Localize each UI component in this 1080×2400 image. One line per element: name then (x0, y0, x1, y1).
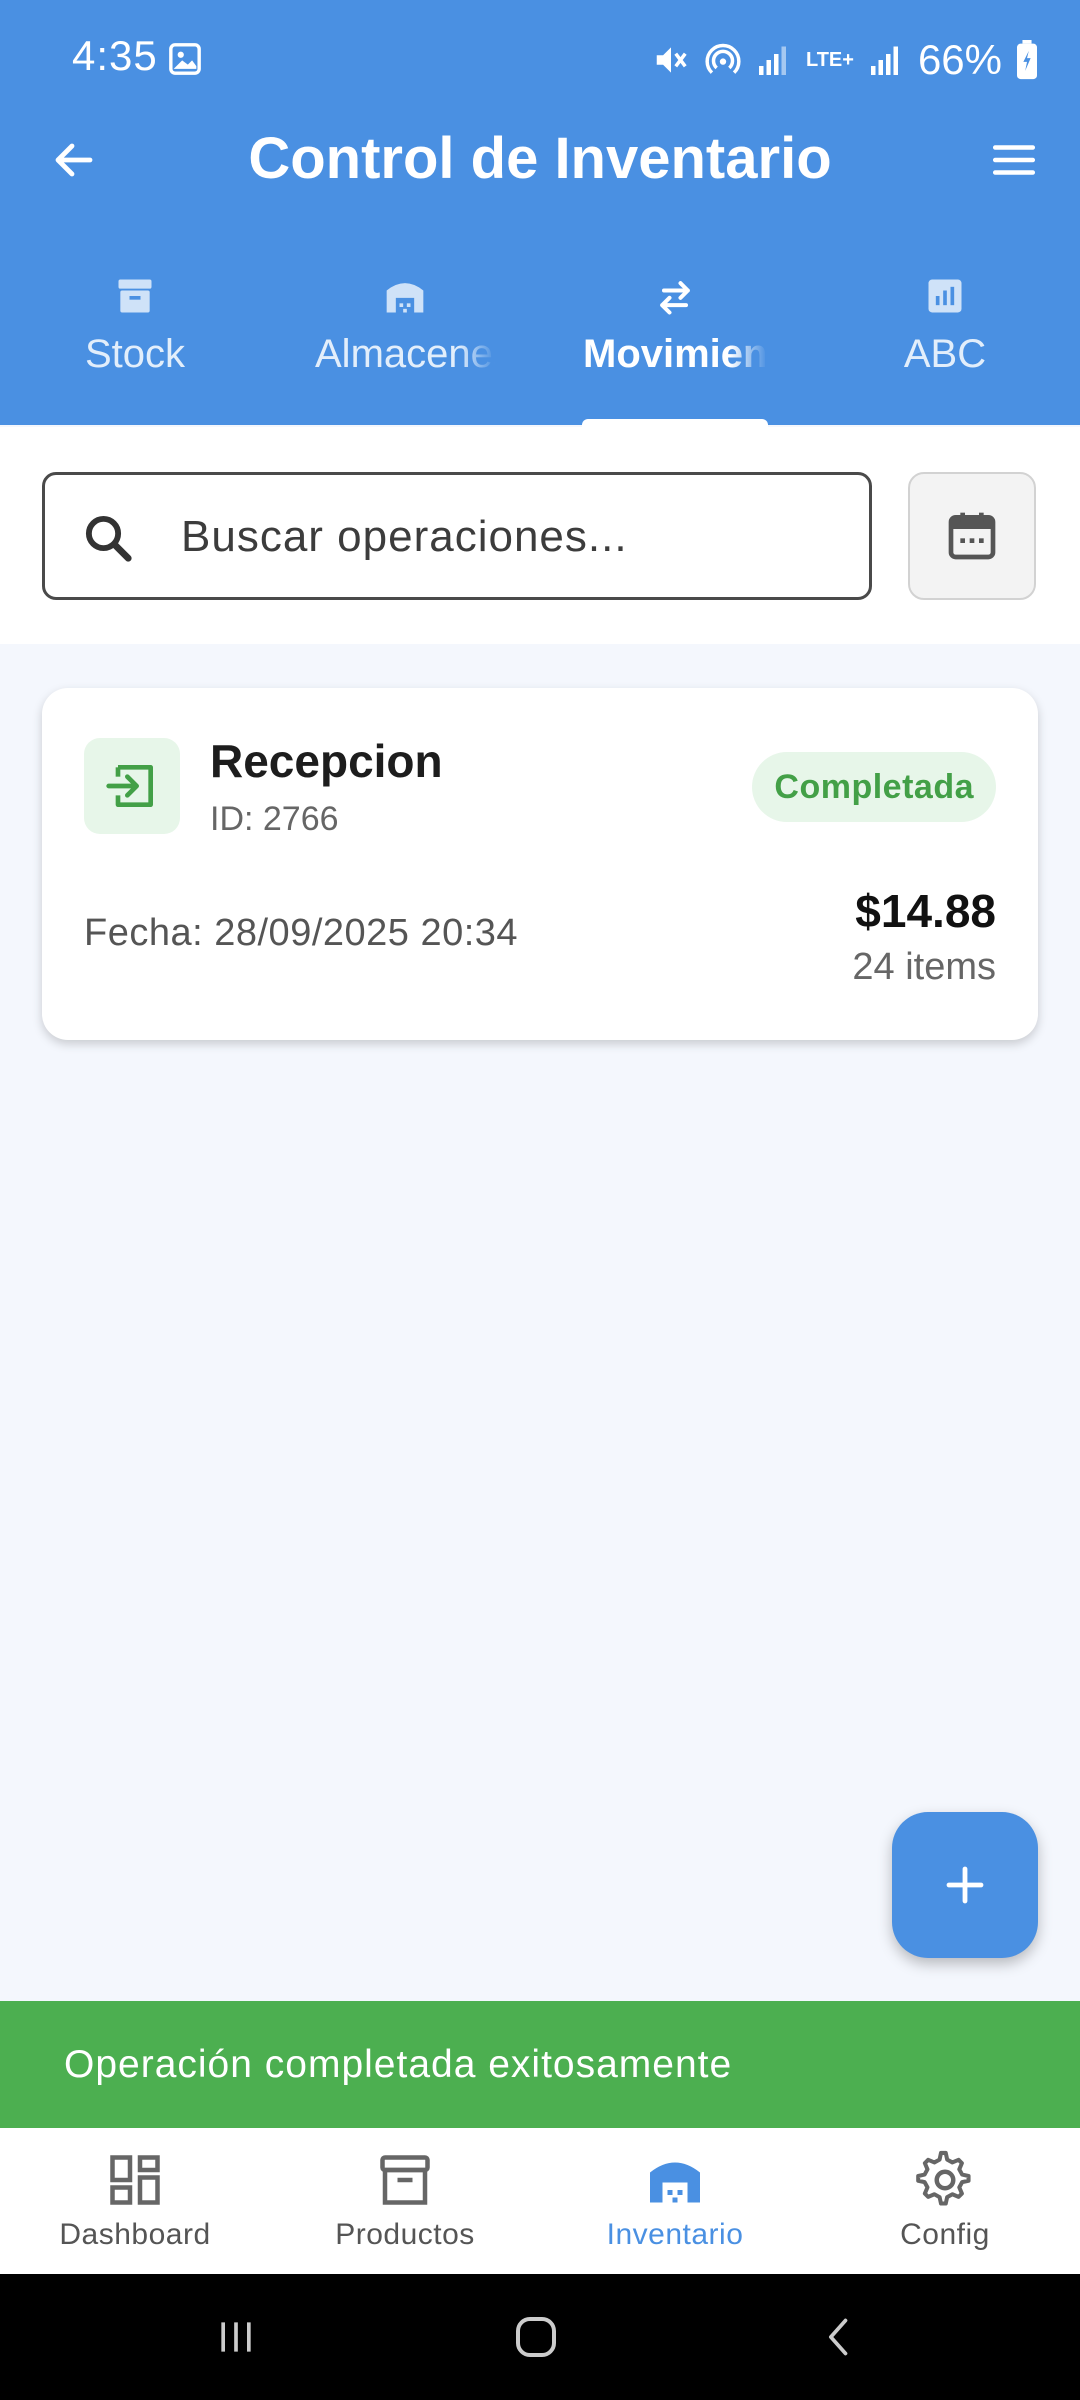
hotspot-icon (705, 43, 741, 74)
search-input[interactable] (179, 475, 843, 599)
tab-bar: Stock Almacenes Movimientos (0, 262, 1080, 427)
archive-icon (380, 2155, 430, 2205)
active-tab-indicator (582, 419, 768, 427)
search-box[interactable] (42, 472, 872, 600)
dashboard-icon (110, 2155, 160, 2205)
date-filter-button[interactable] (908, 472, 1036, 600)
operation-date: Fecha: 28/09/2025 20:34 (84, 912, 519, 954)
snackbar: Operación completada exitosamente (0, 2001, 1080, 2128)
system-navigation-bar (0, 2274, 1080, 2400)
operation-type: Recepcion (210, 735, 443, 787)
mute-icon (656, 47, 687, 73)
nav-productos[interactable]: Productos (270, 2128, 540, 2274)
page-title: Control de Inventario (248, 126, 832, 191)
swap-arrows-icon (660, 281, 690, 315)
tab-movimientos[interactable]: Movimientos (540, 262, 810, 425)
add-operation-button[interactable] (892, 1812, 1038, 1958)
nav-label: Config (900, 2218, 990, 2251)
tab-label: Movimientos (583, 332, 767, 376)
warehouse-icon (386, 283, 424, 313)
home-button[interactable] (496, 2302, 576, 2372)
photo-notification-icon (169, 43, 201, 75)
status-indicators: LTE+ 66% (652, 32, 1038, 88)
archive-icon (118, 279, 152, 313)
gear-icon (916, 2150, 971, 2206)
tab-abc[interactable]: ABC (810, 262, 1080, 425)
nav-label: Inventario (606, 2218, 744, 2251)
signal-icon-2 (870, 46, 898, 75)
bottom-navigation: Dashboard Productos Inventario Config (0, 2128, 1080, 2274)
status-time: 4:35 (72, 32, 158, 79)
recents-button[interactable] (196, 2302, 276, 2372)
network-type: LTE+ (805, 49, 854, 71)
app-header: 4:35 LTE+ 66% Control de Inventario Stoc… (0, 0, 1080, 427)
home-icon (516, 2317, 556, 2357)
tab-label: Stock (84, 332, 186, 376)
tab-almacenes[interactable]: Almacenes (270, 262, 540, 425)
calendar-icon (948, 512, 996, 560)
operation-total: $14.88 (855, 885, 996, 937)
warehouse-icon (650, 2162, 700, 2203)
snackbar-message: Operación completada exitosamente (64, 2042, 733, 2086)
nav-config[interactable]: Config (810, 2128, 1080, 2274)
battery-icon (1017, 40, 1037, 80)
status-badge: Completada (752, 752, 996, 822)
operation-type-icon-box (84, 738, 180, 834)
operation-card[interactable]: Recepcion ID: 2766 Completada Fecha: 28/… (42, 688, 1038, 1040)
back-system-button[interactable] (800, 2302, 880, 2372)
chevron-left-icon (829, 2318, 848, 2356)
tab-label: Almacenes (315, 332, 495, 376)
signal-icon (758, 46, 786, 75)
nav-label: Productos (335, 2218, 475, 2251)
plus-icon (946, 1866, 984, 1904)
search-icon (85, 515, 132, 562)
status-bar: 4:35 LTE+ 66% (0, 0, 1080, 120)
bar-chart-icon (928, 279, 962, 313)
operation-id: ID: 2766 (210, 800, 339, 838)
hamburger-menu-icon (992, 145, 1036, 175)
battery-percent: 66% (917, 36, 1002, 83)
nav-label: Dashboard (59, 2218, 211, 2251)
nav-inventario[interactable]: Inventario (540, 2128, 810, 2274)
menu-button[interactable] (976, 122, 1052, 198)
nav-dashboard[interactable]: Dashboard (0, 2128, 270, 2274)
login-arrow-icon (106, 765, 154, 807)
recents-icon (221, 2322, 251, 2352)
operation-item-count: 24 items (852, 946, 996, 988)
tab-label: ABC (903, 332, 987, 376)
tab-stock[interactable]: Stock (0, 262, 270, 425)
